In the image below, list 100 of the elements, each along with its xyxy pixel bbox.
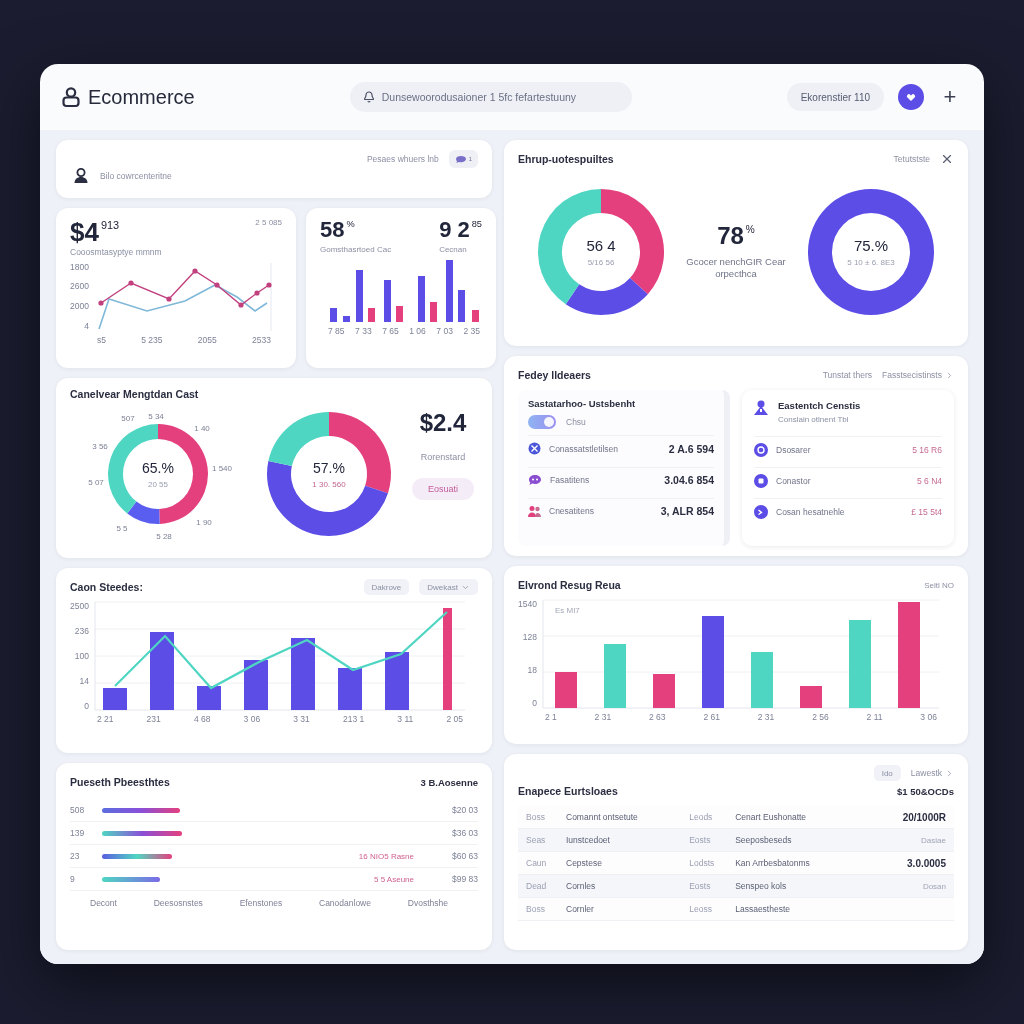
amount-label: Rorenstard (420, 452, 466, 463)
corner-label: 2 5 085 (255, 218, 282, 227)
table-cell-text: Lodsts (689, 858, 716, 868)
row-label: 9 (70, 874, 76, 884)
donut-value: 65.% (142, 459, 174, 476)
axis-label: 1800 (70, 262, 89, 272)
chart-bar (290, 638, 315, 710)
filter-button[interactable]: Dakrove (363, 579, 410, 595)
axis-label: 2055 (197, 335, 217, 345)
card-title: Enapece Eurtsloaes (518, 785, 618, 797)
revenue-value: $4$^{913}$ (70, 218, 120, 247)
donut-caption: 20 55 (148, 479, 168, 489)
donut-caption: 1 30. 560 (312, 479, 346, 489)
total-value: 3 B.Aosenne (420, 776, 478, 788)
chart-note: Es MI7 (554, 606, 580, 615)
axis-label: 3 31 (293, 715, 310, 724)
details-link[interactable]: Fasstsecistinsts (882, 370, 954, 380)
action-link[interactable]: Tetutstste (893, 154, 930, 164)
table-cell-text: Cepstese (566, 858, 603, 868)
chart-bar (330, 308, 337, 323)
axis-label: 4 68 (193, 715, 211, 724)
cross-circle-icon (528, 442, 541, 455)
chart-bar (102, 688, 127, 710)
row-value: $60 63 (451, 851, 478, 861)
table-cell-text: Seas (526, 835, 547, 845)
dropdown-button[interactable]: Dwekast (419, 579, 478, 595)
pill-button[interactable]: Eosuati (411, 478, 474, 501)
close-icon[interactable] (940, 152, 954, 166)
revenue-subtitle: Cooosmtasyptye mmnm (70, 246, 163, 257)
amount-value: $2.4 (419, 410, 467, 437)
table-cell-text: Cornles (566, 881, 597, 891)
chart-bar (396, 306, 403, 323)
axis-label: 1 06 (409, 327, 426, 336)
axis-label: Canodanlowe (319, 899, 371, 908)
bell-icon (362, 91, 375, 103)
stat-caption: Gcocer nenchGIR Cear orpecthca (685, 255, 787, 281)
table-cell-text: Cenart Eushonatte (735, 812, 808, 822)
table-cell-text: Senspeo kols (735, 881, 788, 891)
heart-avatar-icon[interactable] (898, 84, 924, 110)
contact-title: Eastentch Censtis (778, 400, 861, 411)
account-button[interactable]: Ekorenstier 110 (786, 83, 884, 111)
table-cell-text: Caun (526, 858, 548, 868)
donut-caption: 5 10 ± 6. 8E3 (847, 258, 895, 267)
tab-link[interactable]: Tunstat thers (822, 370, 872, 380)
data-point (166, 296, 172, 302)
chart-bar (652, 674, 675, 708)
donut-label: 5 5 (116, 523, 128, 533)
row-value: $36 03 (451, 828, 478, 838)
donut-label: 507 (121, 413, 135, 423)
table-cell-text: Leods (689, 812, 714, 822)
chart-bar (430, 302, 437, 323)
axis-label: 2000 (70, 302, 89, 311)
chart-bar (458, 290, 465, 323)
axis-label: 100 (74, 651, 89, 661)
table-cell-text: Kan Arrbesbatonms (735, 858, 811, 868)
app-title: Ecommerce (88, 85, 195, 109)
row-label: Cosan hesatnehle (776, 507, 846, 517)
card-title: Fedey lldeaers (518, 369, 591, 381)
donut-value: 56 4 (586, 237, 616, 254)
chart-bar (418, 276, 425, 323)
add-button[interactable]: + (938, 84, 962, 110)
data-point (266, 282, 272, 288)
filter-button[interactable]: Ido (873, 765, 901, 781)
table-cell-text: Lassaestheste (735, 904, 792, 914)
axis-label: 3 06 (243, 715, 261, 724)
axis-label: Deesosnstes (153, 899, 203, 908)
axis-label: 2 31 (757, 713, 775, 722)
table-cell-text: Cornler (566, 904, 595, 914)
toggle-switch[interactable] (528, 415, 556, 429)
card-title: Elvrond Resug Reua (518, 579, 621, 591)
amount-cell-text: Dasiae (920, 835, 946, 845)
row-note: 5 5 Aseune (373, 874, 414, 884)
table-cell-text: Eosts (689, 835, 712, 845)
axis-label: 2533 (252, 335, 271, 345)
table-cell-text: Boss (526, 812, 546, 822)
axis-label: 2600 (70, 282, 89, 291)
stat-label: Gomsthasrtoed Cac (320, 245, 392, 255)
square-circle-icon (754, 474, 768, 488)
chart-bar (356, 270, 363, 323)
search-field[interactable]: Dunsewoorodusaioner 1 5fc fefartestuuny (349, 82, 632, 112)
row-value: 5 6 N4 (916, 476, 942, 486)
row-label: Dsosarer (776, 445, 812, 455)
toggle-label: Chsu (566, 417, 586, 427)
chart-bar (384, 652, 409, 710)
donut-label: 1 90 (196, 517, 212, 527)
axis-label: 0 (532, 699, 537, 708)
table-cell-text: Iunstcedoet (566, 835, 611, 845)
gradient-bar (102, 876, 160, 882)
row-value: £ 15 5t4 (911, 507, 942, 517)
axis-label: 213 1 (342, 715, 365, 724)
view-link[interactable]: Lawestk (910, 768, 954, 778)
amount-cell-text: Dosan (921, 881, 946, 891)
chart-bar (554, 672, 577, 708)
axis-label: 2 31 (594, 713, 612, 722)
axis-label: 2 1 (544, 713, 557, 722)
row-value: 5 16 R6 (912, 445, 942, 455)
chart-bar (472, 310, 479, 323)
panel-title: Sastatarhoo- Ustsbenht (528, 398, 637, 409)
amount-cell-text: 3.0.0005 (906, 857, 946, 869)
row-value: $99 83 (451, 874, 478, 884)
